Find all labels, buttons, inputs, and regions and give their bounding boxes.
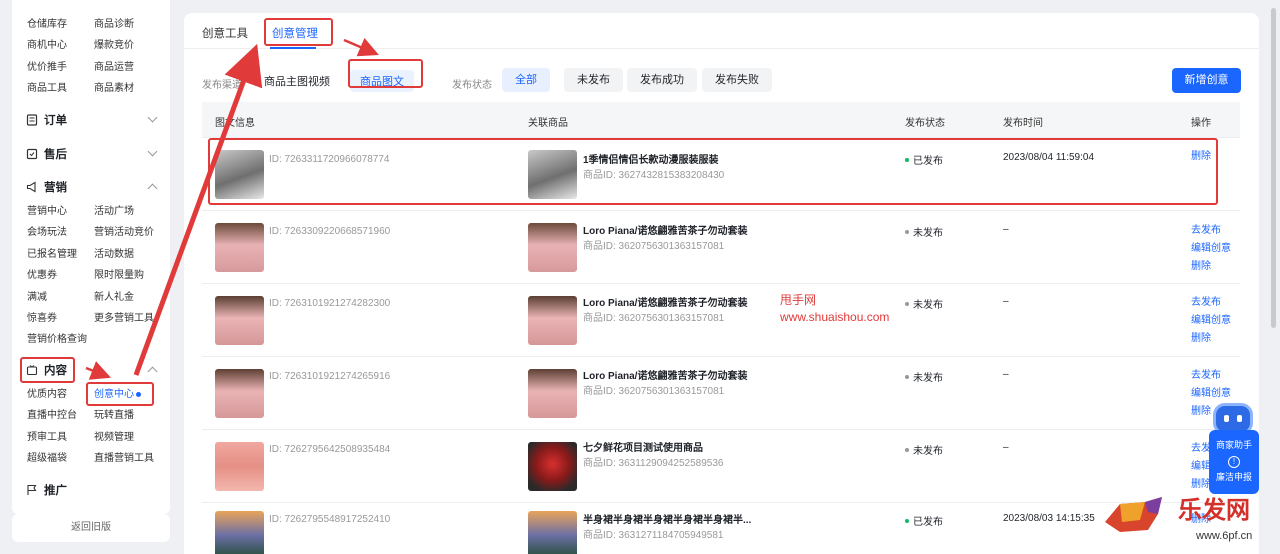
merchant-assistant-label[interactable]: 商家助手 [1209,438,1259,451]
robot-eye [1237,415,1242,422]
watermark-url: www.shuaishou.com [780,310,890,324]
robot-eye [1224,415,1229,422]
brand-watermark: 乐发网 www.6pf.cn [1100,488,1270,550]
arrow [85,361,111,380]
shield-icon: ! [1228,456,1240,468]
integrity-report-label[interactable]: 廉洁申报 [1209,470,1259,483]
watermark-text: 甩手网 [780,293,817,307]
arrow [133,43,263,376]
merchant-assistant-panel[interactable]: 商家助手 ! 廉洁申报 [1209,430,1259,494]
scrollbar[interactable] [1271,8,1276,328]
brand-url: www.6pf.cn [1196,530,1253,542]
brand-name: 乐发网 [1178,495,1250,524]
bull-logo-icon [1105,497,1162,532]
arrow [343,37,379,57]
annotation-arrows [85,37,379,380]
